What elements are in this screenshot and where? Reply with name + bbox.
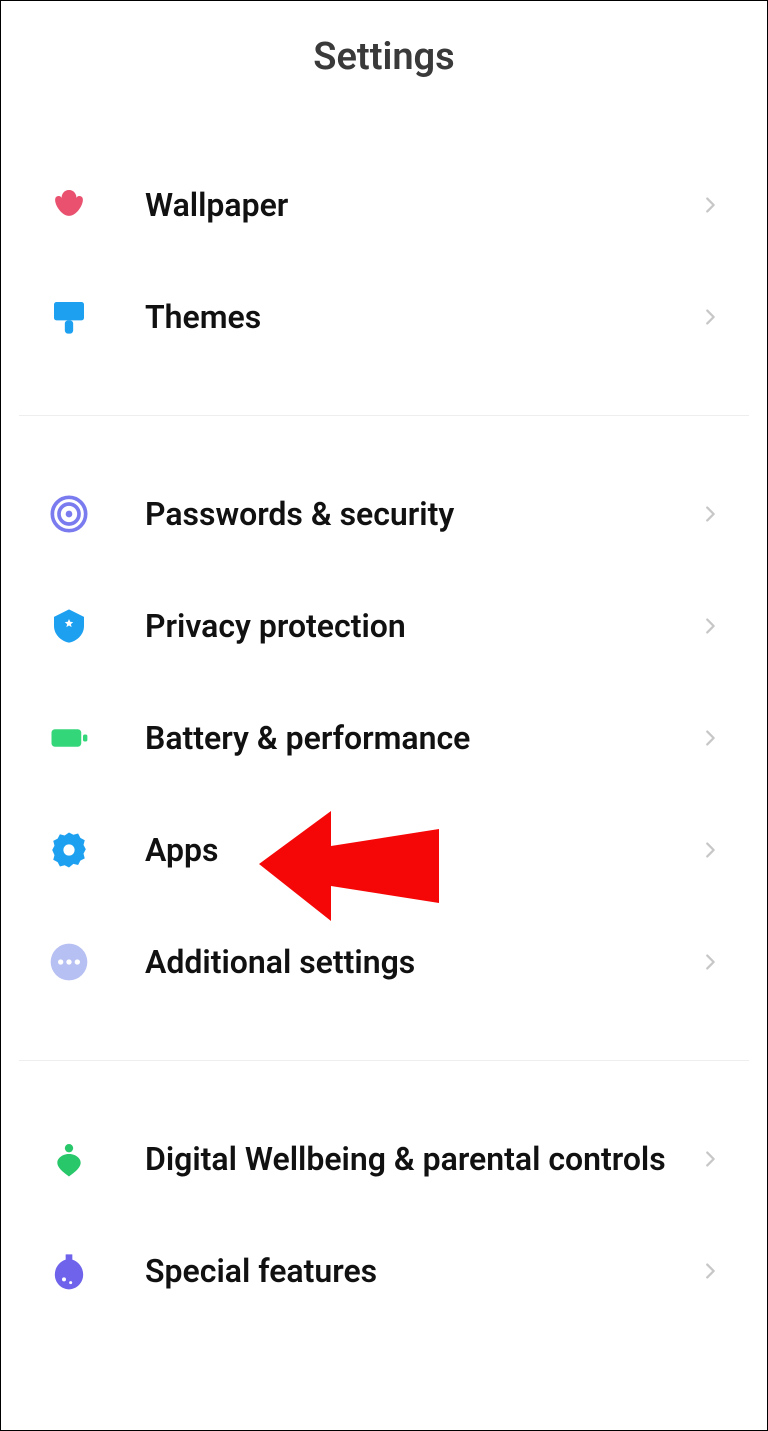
- settings-group-2: Passwords & security Privacy protection …: [1, 446, 767, 1030]
- battery-icon: [47, 716, 91, 760]
- group-divider: [19, 415, 749, 416]
- settings-item-label: Passwords & security: [145, 494, 699, 534]
- settings-item-privacy[interactable]: Privacy protection: [1, 570, 767, 682]
- settings-item-label: Privacy protection: [145, 606, 699, 646]
- ellipsis-icon: [47, 940, 91, 984]
- chevron-right-icon: [699, 839, 721, 861]
- settings-group-3: Digital Wellbeing & parental controls Sp…: [1, 1091, 767, 1339]
- gear-icon: [47, 828, 91, 872]
- heart-person-icon: [47, 1137, 91, 1181]
- settings-item-apps[interactable]: Apps: [1, 794, 767, 906]
- chevron-right-icon: [699, 951, 721, 973]
- chevron-right-icon: [699, 615, 721, 637]
- chevron-right-icon: [699, 1260, 721, 1282]
- chevron-right-icon: [699, 1148, 721, 1170]
- settings-item-wellbeing[interactable]: Digital Wellbeing & parental controls: [1, 1103, 767, 1215]
- settings-item-wallpaper[interactable]: Wallpaper: [1, 149, 767, 261]
- settings-item-label: Apps: [145, 830, 699, 870]
- page-title: Settings: [1, 35, 767, 79]
- settings-item-label: Additional settings: [145, 942, 699, 982]
- settings-item-themes[interactable]: Themes: [1, 261, 767, 373]
- settings-group-1: Wallpaper Themes: [1, 137, 767, 385]
- settings-item-label: Battery & performance: [145, 718, 699, 758]
- chevron-right-icon: [699, 306, 721, 328]
- settings-item-label: Wallpaper: [145, 185, 699, 225]
- settings-item-label: Special features: [145, 1251, 699, 1291]
- brush-icon: [47, 295, 91, 339]
- settings-item-label: Digital Wellbeing & parental controls: [145, 1139, 699, 1179]
- settings-item-security[interactable]: Passwords & security: [1, 458, 767, 570]
- chevron-right-icon: [699, 503, 721, 525]
- page-header: Settings: [1, 1, 767, 137]
- chevron-right-icon: [699, 727, 721, 749]
- fingerprint-icon: [47, 492, 91, 536]
- settings-item-additional[interactable]: Additional settings: [1, 906, 767, 1018]
- settings-item-label: Themes: [145, 297, 699, 337]
- group-divider: [19, 1060, 749, 1061]
- flask-icon: [47, 1249, 91, 1293]
- chevron-right-icon: [699, 194, 721, 216]
- settings-item-battery[interactable]: Battery & performance: [1, 682, 767, 794]
- flower-icon: [47, 183, 91, 227]
- settings-item-special[interactable]: Special features: [1, 1215, 767, 1327]
- shield-icon: [47, 604, 91, 648]
